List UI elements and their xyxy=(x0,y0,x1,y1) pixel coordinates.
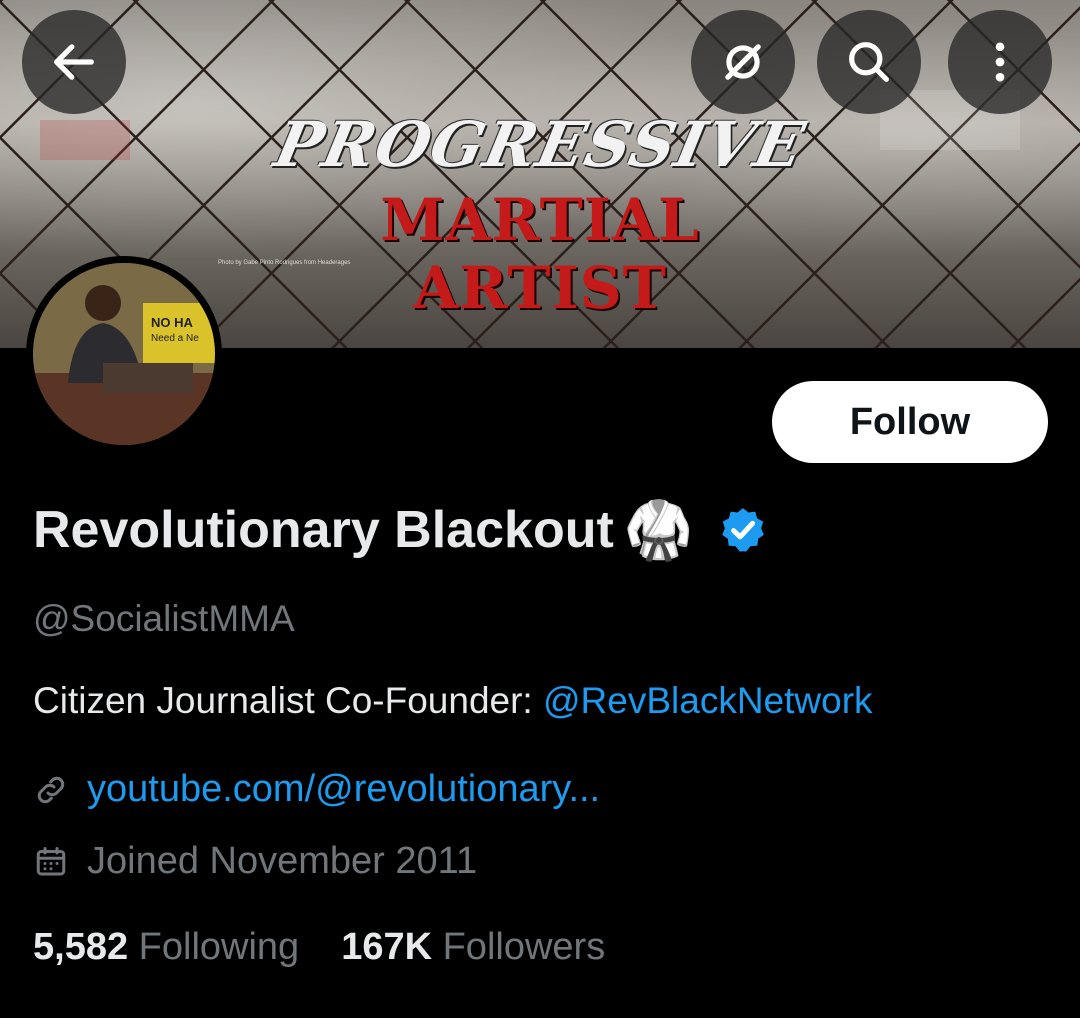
website-link[interactable]: youtube.com/@revolutionary... xyxy=(87,768,600,811)
following-stat[interactable]: 5,582 Following xyxy=(33,926,299,969)
followers-stat[interactable]: 167K Followers xyxy=(341,926,605,969)
profile-handle: @SocialistMMA xyxy=(33,598,295,639)
following-label: Following xyxy=(138,926,300,968)
arrow-left-icon xyxy=(54,44,94,80)
search-icon xyxy=(849,42,889,82)
follow-button[interactable]: Follow xyxy=(772,381,1048,463)
verified-badge-icon[interactable] xyxy=(718,505,768,555)
more-button[interactable] xyxy=(948,10,1052,114)
joined-date: Joined November 2011 xyxy=(87,840,478,882)
avatar-sign-text: NO HA xyxy=(151,315,193,330)
grok-button[interactable] xyxy=(691,10,795,114)
avatar[interactable]: NO HA Need a Ne xyxy=(26,256,222,452)
calendar-icon xyxy=(36,846,66,875)
profile-name-row: Revolutionary Blackout 🥋 xyxy=(33,500,768,560)
banner-title-line2: MARTIAL ARTIST xyxy=(380,186,700,322)
link-icon xyxy=(37,776,65,803)
avatar-photo: NO HA Need a Ne xyxy=(33,263,215,445)
back-button[interactable] xyxy=(22,10,126,114)
banner-title-line1: PROGRESSIVE xyxy=(268,108,812,181)
banner-photo-credit: Photo by Gabe Pinto Rodrigues from Heade… xyxy=(218,260,351,266)
profile-website-row[interactable]: youtube.com/@revolutionary... xyxy=(33,768,600,811)
search-button[interactable] xyxy=(817,10,921,114)
following-count: 5,582 xyxy=(33,926,129,968)
followers-label: Followers xyxy=(442,926,606,968)
more-vertical-icon xyxy=(995,42,1005,82)
profile-stats: 5,582 Following 167K Followers xyxy=(33,926,605,969)
display-name: Revolutionary Blackout xyxy=(33,501,614,559)
bio-mention-link[interactable]: @RevBlackNetwork xyxy=(543,680,873,721)
avatar-sign-subtext: Need a Ne xyxy=(151,333,199,344)
martial-arts-uniform-emoji: 🥋 xyxy=(623,498,694,561)
profile-bio: Citizen Journalist Co-Founder: @RevBlack… xyxy=(33,680,873,722)
grok-icon xyxy=(725,44,761,80)
followers-count: 167K xyxy=(341,926,433,968)
bio-text: Citizen Journalist Co-Founder: xyxy=(33,680,543,721)
profile-joined-row: Joined November 2011 xyxy=(33,840,477,883)
